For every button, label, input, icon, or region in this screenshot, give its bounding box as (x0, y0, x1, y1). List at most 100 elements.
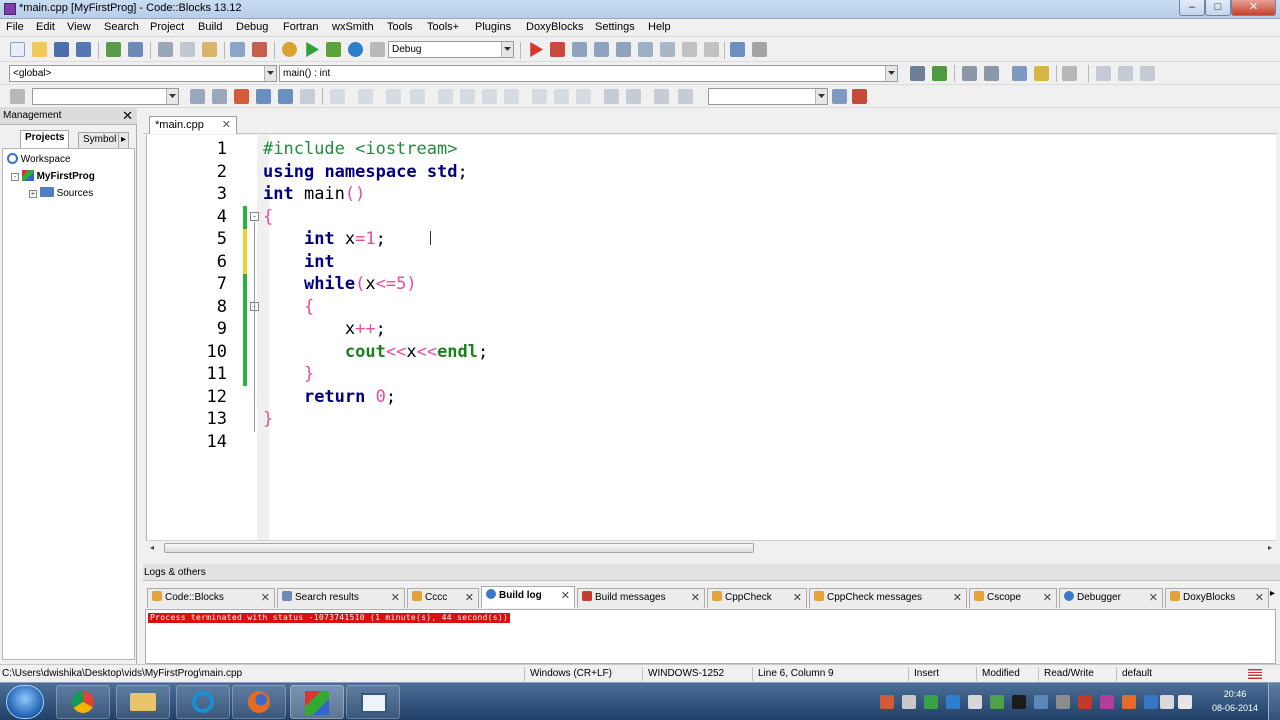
zoom-out-icon[interactable] (626, 89, 641, 104)
tab-symbols[interactable]: Symbol (78, 132, 122, 148)
replace-icon[interactable] (252, 42, 267, 57)
minimize-button[interactable]: – (1179, 0, 1205, 16)
copy-icon[interactable] (180, 42, 195, 57)
tray-icon[interactable] (1056, 695, 1070, 709)
menu-tools-plus[interactable]: Tools+ (427, 21, 459, 33)
widget-icon[interactable] (482, 89, 497, 104)
tray-icon[interactable] (1100, 695, 1114, 709)
toggle-icon[interactable] (10, 89, 25, 104)
next-line-icon[interactable] (572, 42, 587, 57)
back-icon[interactable] (1096, 66, 1111, 81)
search-combo[interactable] (32, 88, 179, 105)
menu-build[interactable]: Build (198, 21, 222, 33)
widget-icon[interactable] (410, 89, 425, 104)
expand-minus-icon[interactable]: - (11, 173, 19, 181)
show-desktop-button[interactable] (1268, 683, 1280, 720)
tab-next-arrow[interactable]: ▸ (118, 132, 130, 148)
tray-icon[interactable] (990, 695, 1004, 709)
build-and-run-icon[interactable] (326, 42, 341, 57)
tray-icon[interactable] (1078, 695, 1092, 709)
close-icon[interactable]: ✕ (953, 589, 962, 607)
next-instruction-icon[interactable] (638, 42, 653, 57)
close-icon[interactable]: ✕ (122, 108, 133, 124)
tab-scroll-arrow-icon[interactable]: ▸ (1270, 588, 1275, 599)
chevron-down-icon[interactable] (501, 42, 513, 57)
menu-tools[interactable]: Tools (387, 21, 413, 33)
close-button[interactable]: ✕ (1231, 0, 1276, 16)
debug-windows-icon[interactable] (730, 42, 745, 57)
widget-icon[interactable] (532, 89, 547, 104)
tray-icon[interactable] (1034, 695, 1048, 709)
tab-cppcheck-messages[interactable]: CppCheck messages ✕ (809, 588, 967, 608)
new-file-icon[interactable] (10, 42, 25, 57)
menu-wxsmith[interactable]: wxSmith (332, 21, 374, 33)
tab-build-log[interactable]: Build log ✕ (481, 586, 575, 608)
close-icon[interactable]: ✕ (1149, 589, 1158, 607)
scroll-left-arrow-icon[interactable]: ◂ (150, 541, 154, 555)
function-select[interactable]: main() : int (279, 65, 898, 82)
close-icon[interactable]: ✕ (691, 589, 700, 607)
chevron-down-icon[interactable] (166, 89, 178, 104)
tray-icon[interactable] (902, 695, 916, 709)
close-icon[interactable]: ✕ (793, 589, 802, 607)
network-icon[interactable] (1160, 695, 1174, 709)
regex-icon[interactable] (278, 89, 293, 104)
close-icon[interactable]: ✕ (465, 589, 474, 607)
taskbar-window[interactable] (346, 685, 400, 719)
search-options-icon[interactable] (852, 89, 867, 104)
widget-icon[interactable] (386, 89, 401, 104)
symbol-search-combo[interactable] (708, 88, 828, 105)
jump-declaration-icon[interactable] (910, 66, 925, 81)
taskbar-explorer[interactable] (116, 685, 170, 719)
widget-icon[interactable] (438, 89, 453, 104)
options-icon[interactable] (300, 89, 315, 104)
tab-projects[interactable]: Projects (20, 130, 70, 148)
chevron-down-icon[interactable] (264, 66, 276, 81)
scope-select[interactable]: <global> (9, 65, 277, 82)
undo-icon[interactable] (106, 42, 121, 57)
tab-cccc[interactable]: Cccc ✕ (407, 588, 479, 608)
scroll-right-arrow-icon[interactable]: ▸ (1268, 541, 1272, 555)
start-button[interactable] (6, 685, 44, 719)
tree-node-workspace[interactable]: Workspace (7, 153, 71, 165)
clear-bookmarks-icon[interactable] (984, 66, 999, 81)
script-icon[interactable] (654, 89, 669, 104)
redo-icon[interactable] (128, 42, 143, 57)
forward-icon[interactable] (1140, 66, 1155, 81)
build-log-content[interactable]: Process terminated with status -10737415… (145, 609, 1276, 664)
menu-help[interactable]: Help (648, 21, 671, 33)
build-target-select[interactable]: Debug (388, 41, 514, 58)
search-icon[interactable] (832, 89, 847, 104)
widget-icon[interactable] (554, 89, 569, 104)
menu-view[interactable]: View (67, 21, 91, 33)
next-bookmark-icon[interactable] (1012, 66, 1027, 81)
tab-search-results[interactable]: Search results ✕ (277, 588, 405, 608)
step-into-icon[interactable] (594, 42, 609, 57)
tab-main-cpp[interactable]: *main.cpp ✕ (149, 116, 237, 134)
taskbar-clock[interactable]: 20:46 08-06-2014 (1212, 687, 1258, 715)
menu-settings[interactable]: Settings (595, 21, 635, 33)
rebuild-icon[interactable] (348, 42, 363, 57)
widget-icon[interactable] (504, 89, 519, 104)
tray-icon[interactable] (946, 695, 960, 709)
tab-cscope[interactable]: Cscope ✕ (969, 588, 1057, 608)
tree-node-sources[interactable]: + Sources (29, 187, 93, 199)
tab-codeblocks-log[interactable]: Code::Blocks ✕ (147, 588, 275, 608)
close-icon[interactable]: ✕ (391, 589, 400, 607)
fold-collapse-icon[interactable]: - (250, 212, 259, 221)
menu-edit[interactable]: Edit (36, 21, 55, 33)
horizontal-scrollbar[interactable]: ◂ ▸ (146, 540, 1276, 554)
paste-icon[interactable] (202, 42, 217, 57)
debug-start-icon[interactable] (530, 42, 543, 57)
tray-icon[interactable] (1122, 695, 1136, 709)
tray-icon[interactable] (1144, 695, 1158, 709)
widget-icon[interactable] (330, 89, 345, 104)
build-icon[interactable] (282, 42, 297, 57)
step-into-instruction-icon[interactable] (660, 42, 675, 57)
prev-bookmark-icon[interactable] (1034, 66, 1049, 81)
tab-debugger[interactable]: Debugger ✕ (1059, 588, 1163, 608)
close-icon[interactable]: ✕ (222, 117, 231, 133)
taskbar-chrome[interactable] (56, 685, 110, 719)
close-icon[interactable]: ✕ (1043, 589, 1052, 607)
run-to-cursor-icon[interactable] (550, 42, 565, 57)
